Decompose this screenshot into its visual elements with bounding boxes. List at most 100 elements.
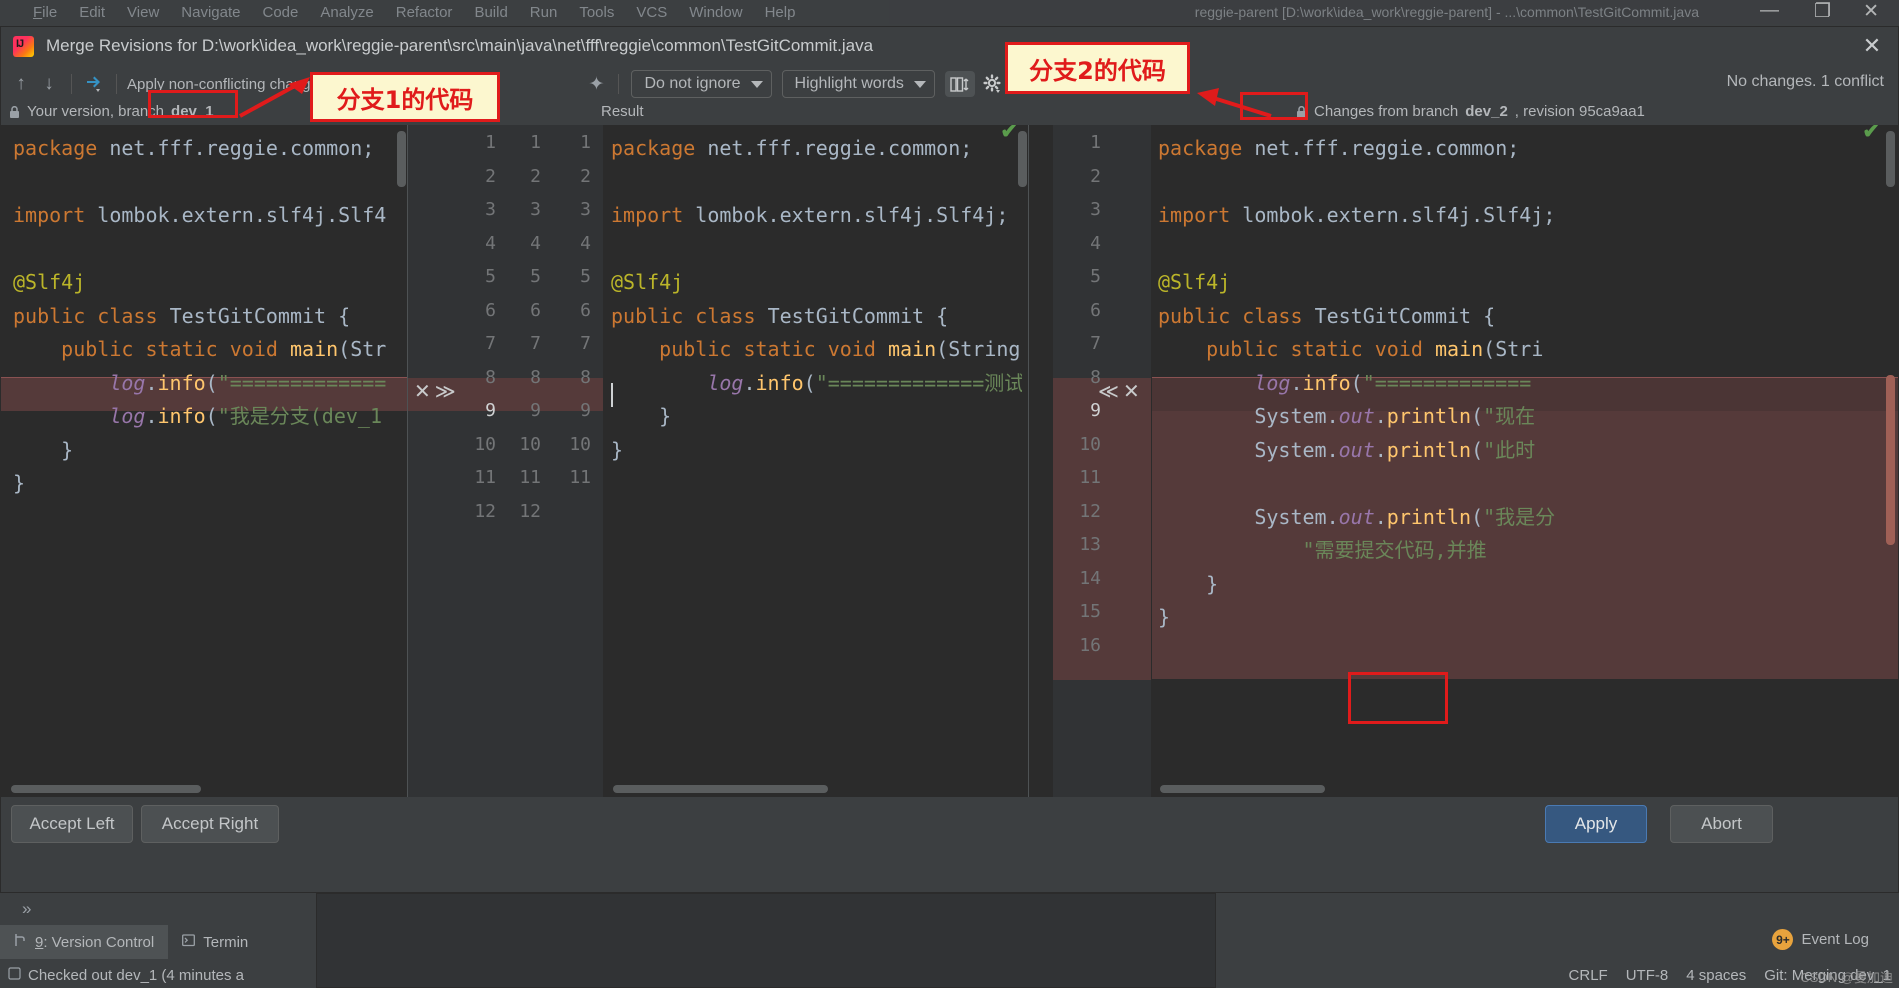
right-editor-pane[interactable]: package net.fff.reggie.common; import lom… [1152,125,1898,797]
tool-tab-terminal[interactable]: Termin [168,925,262,959]
left-accept-actions[interactable]: ✕≫ [414,379,460,403]
highlight-policy-dropdown[interactable]: Highlight words [781,70,935,98]
left-editor-pane[interactable]: package net.fff.reggie.common; import lom… [1,125,407,797]
line-number: 8 [530,366,541,388]
window-minimize-button[interactable]: — [1760,0,1779,22]
right-accept-to-result-icon[interactable]: ≪ [1098,379,1123,403]
chevron-double-right-icon[interactable]: » [22,899,31,919]
code-line: import lombok.extern.slf4j.Slf4j; [611,203,1009,227]
terminal-icon [182,933,196,951]
status-bar-message: Checked out dev_1 (4 minutes a [28,967,244,984]
arrow-down-icon[interactable]: ↓ [35,70,63,98]
line-number: 11 [474,467,496,488]
gear-icon[interactable] [979,70,1007,98]
menu-item-analyze[interactable]: Analyze [309,4,384,21]
vcs-icon [8,967,21,984]
tool-tab-version-control[interactable]: 9: Version Control [0,925,169,959]
line-number: 7 [530,333,541,354]
menu-item-vcs[interactable]: VCS [625,4,678,21]
center-editor-pane[interactable]: package net.fff.reggie.common; import lom… [603,125,1028,797]
line-number: 5 [580,266,591,287]
code-line: } [1206,571,1219,596]
window-maximize-button[interactable]: ❐ [1814,0,1831,23]
center-vertical-scrollbar[interactable] [1018,131,1027,187]
right-code-area[interactable]: package net.fff.reggie.common; import lom… [1152,125,1884,797]
code-line: } [13,471,26,495]
chevron-down-icon [750,80,763,88]
line-number: 4 [530,232,541,254]
magic-wand-icon[interactable]: ✦ [582,70,610,98]
window-close-button[interactable]: ✕ [1863,0,1879,23]
annotation-note-branch1-text: 分支1的代码 [336,85,474,114]
code-line: package net.fff.reggie.common; [611,136,973,160]
menu-item-edit[interactable]: Edit [68,4,116,21]
dialog-title-bar: Merge Revisions for D:\work\idea_work\re… [1,27,1898,65]
line-number: 3 [530,199,541,220]
toolbar-divider-2 [116,74,117,94]
apply-button[interactable]: Apply [1545,805,1647,843]
apply-non-conflicting-icon[interactable] [80,70,108,98]
center-code-area[interactable]: package net.fff.reggie.common; import lom… [603,125,1022,797]
menu-item-code[interactable]: Code [252,4,310,21]
status-encoding[interactable]: UTF-8 [1626,967,1669,984]
menu-item-navigate[interactable]: Navigate [170,4,251,21]
ide-bottom-strip: » 9: Version Control Termin 9+ Event Log [0,893,1899,988]
apply-arrow-glyph [87,76,100,92]
code-line: log.info("============= [109,370,387,395]
line-number: 12 [519,500,541,522]
vcs-glyph [8,967,21,980]
code-line: } [1158,605,1171,629]
right-pane-branch: dev_2 [1465,103,1508,120]
event-log-badge: 9+ [1772,929,1794,950]
center-horizontal-scrollbar[interactable] [613,785,828,793]
code-line: System.out.println("现在 [1254,404,1536,428]
right-pane-header-text: Changes from branch [1314,103,1459,120]
menu-item-view[interactable]: View [116,4,170,21]
line-number: 10 [1079,433,1101,455]
menu-item-run[interactable]: Run [519,4,569,21]
code-line: public static void main(Stri [1206,337,1544,361]
right-gutter[interactable]: 1 2 3 4 5 6 7 8 9 10 11 12 13 14 15 16 ≪✕ [1053,125,1151,797]
side-by-side-viewer-icon[interactable] [944,71,975,97]
tool-tab-version-control-label: 9: Version Control [35,933,155,951]
annotation-note-branch2-text: 分支2的代码 [1029,56,1166,85]
center-pane-separator [1028,125,1029,797]
left-code-area[interactable]: package net.fff.reggie.common; import lom… [1,125,401,797]
line-number: 10 [519,433,541,455]
right-ignore-conflict-icon[interactable]: ✕ [1123,379,1144,403]
arrow-up-icon[interactable]: ↑ [7,70,35,98]
event-log-button[interactable]: 9+ Event Log [1772,929,1869,950]
menu-item-build[interactable]: Build [463,4,518,21]
code-line: public static void main(Str [61,337,387,361]
code-line: System.out.println("此时 [1254,437,1536,462]
center-left-gutter: 1 2 3 4 5 6 7 8 9 10 11 1 2 3 4 5 6 7 8 9 10 11 12 [508,125,603,797]
menu-item-window[interactable]: Window [678,4,753,21]
left-gutter[interactable]: 1 2 3 4 5 6 7 8 9 10 11 12 ✕≫ [408,125,508,797]
ignore-policy-dropdown[interactable]: Do not ignore [631,70,772,98]
right-vertical-scrollbar[interactable] [1886,131,1895,187]
code-line: public class TestGitCommit { [13,303,351,328]
status-line-separator[interactable]: CRLF [1569,967,1608,984]
gear-glyph [983,74,1001,93]
code-line: log.info("============= [1254,370,1532,395]
left-vertical-scrollbar[interactable] [397,131,406,187]
right-horizontal-scrollbar[interactable] [1160,785,1325,793]
line-number: 3 [1090,199,1101,220]
abort-button[interactable]: Abort [1670,805,1773,843]
left-accept-to-result-icon[interactable]: ≫ [435,379,460,403]
accept-left-button[interactable]: Accept Left [11,805,133,843]
menu-item-tools[interactable]: Tools [568,4,625,21]
menu-item-help[interactable]: Help [754,4,807,21]
status-indent[interactable]: 4 spaces [1686,967,1746,984]
menu-item-file[interactable]: File [22,4,68,21]
tool-tab-terminal-label: Termin [203,933,249,951]
watermark: CSDN @曼加迪 [1800,970,1893,985]
left-ignore-conflict-icon[interactable]: ✕ [414,379,435,403]
code-line: package net.fff.reggie.common; [1158,136,1520,160]
accept-right-button[interactable]: Accept Right [141,805,279,843]
right-accept-actions[interactable]: ≪✕ [1098,379,1144,403]
menu-item-refactor[interactable]: Refactor [385,4,464,21]
left-horizontal-scrollbar[interactable] [11,785,201,793]
line-number: 1 [485,132,496,153]
close-icon[interactable]: ✕ [1860,35,1884,59]
